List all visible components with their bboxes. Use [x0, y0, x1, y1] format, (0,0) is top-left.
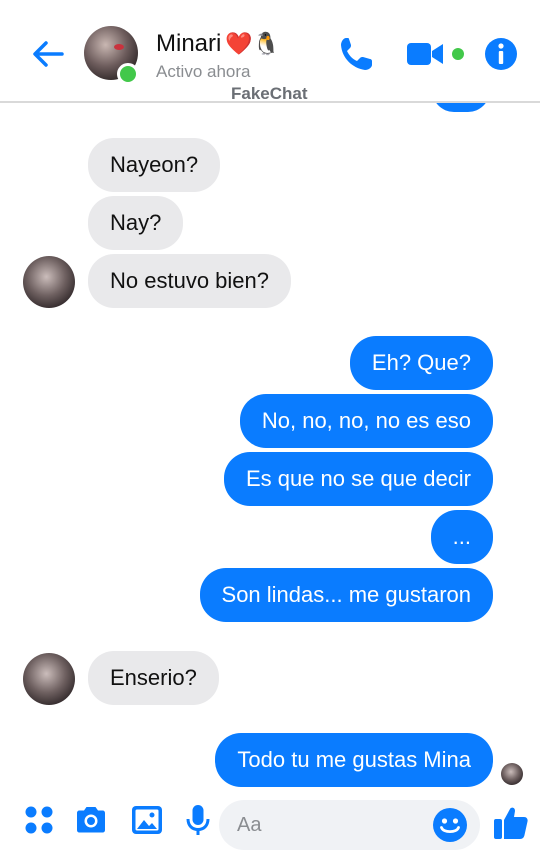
seen-avatar	[501, 763, 523, 785]
message-input[interactable]: Aa	[219, 800, 480, 850]
info-icon[interactable]	[483, 34, 519, 74]
composer-bar: Aa	[0, 790, 540, 855]
contact-name: Minari	[156, 30, 222, 57]
apps-icon[interactable]	[21, 802, 57, 838]
gallery-icon[interactable]	[129, 802, 165, 838]
online-indicator	[117, 63, 139, 85]
message-outgoing[interactable]: No, no, no, no es eso	[239, 394, 493, 448]
message-incoming[interactable]: No estuvo bien?	[88, 254, 291, 308]
message-outgoing[interactable]: ...	[430, 510, 493, 564]
message-incoming[interactable]: Nayeon?	[88, 138, 221, 192]
like-icon[interactable]	[492, 804, 530, 842]
camera-icon[interactable]	[73, 802, 109, 838]
message-incoming[interactable]: Enserio?	[88, 651, 219, 705]
mic-icon[interactable]	[180, 802, 216, 838]
message-input-placeholder: Aa	[237, 814, 262, 836]
message-outgoing[interactable]: Eh? Que?	[349, 336, 493, 390]
message-outgoing[interactable]: Es que no se que decir	[223, 452, 493, 506]
name-emojis: ❤️🐧	[225, 31, 281, 56]
watermark: FakeChat	[231, 84, 308, 103]
message-incoming[interactable]: Nay?	[88, 196, 184, 250]
message-outgoing[interactable]: Son lindas... me gustaron	[199, 568, 493, 622]
contact-name-row[interactable]: Minari ❤️🐧	[156, 30, 280, 58]
back-arrow-icon[interactable]	[28, 34, 68, 74]
phone-icon[interactable]	[337, 34, 375, 74]
active-status: Activo ahora	[156, 62, 251, 81]
sender-avatar[interactable]	[23, 256, 75, 308]
message-outgoing[interactable]: Todo tu me gustas Mina	[215, 733, 493, 787]
video-call-icon[interactable]	[405, 34, 467, 74]
sender-avatar[interactable]	[23, 653, 75, 705]
emoji-icon[interactable]	[432, 807, 468, 843]
